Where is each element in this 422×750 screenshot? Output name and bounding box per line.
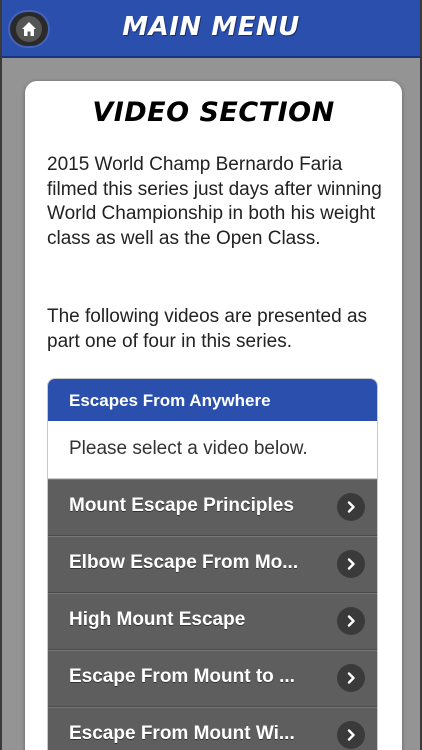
app-frame: MAIN MENU VIDEO SECTION 2015 World Champ… (0, 0, 422, 750)
video-item-label: High Mount Escape (69, 609, 246, 630)
video-item-label: Escape From Mount to ... (69, 666, 295, 687)
content-card: VIDEO SECTION 2015 World Champ Bernardo … (25, 81, 402, 750)
header-bar: MAIN MENU (2, 0, 420, 58)
video-item-label: Escape From Mount Wi... (69, 723, 295, 744)
chevron-right-icon (337, 721, 365, 749)
video-item-mount-escape-principles[interactable]: Mount Escape Principles (48, 479, 377, 536)
video-item-label: Mount Escape Principles (69, 495, 294, 516)
video-item-escape-from-mount-with[interactable]: Escape From Mount Wi... (48, 707, 377, 750)
intro-paragraph: 2015 World Champ Bernardo Faria filmed t… (47, 154, 382, 249)
page-title: MAIN MENU (122, 12, 300, 42)
video-item-label: Elbow Escape From Mo... (69, 552, 299, 573)
list-header: Escapes From Anywhere (48, 379, 377, 421)
video-list: Escapes From Anywhere Please select a vi… (47, 378, 378, 750)
list-subheader: Please select a video below. (48, 421, 377, 479)
chevron-right-icon (337, 493, 365, 521)
video-item-escape-from-mount-to[interactable]: Escape From Mount to ... (48, 650, 377, 707)
section-title: VIDEO SECTION (92, 97, 335, 128)
chevron-right-icon (337, 607, 365, 635)
series-paragraph: The following videos are presented as pa… (47, 306, 368, 352)
video-item-high-mount-escape[interactable]: High Mount Escape (48, 593, 377, 650)
chevron-right-icon (337, 550, 365, 578)
video-item-elbow-escape[interactable]: Elbow Escape From Mo... (48, 536, 377, 593)
chevron-right-icon (337, 664, 365, 692)
